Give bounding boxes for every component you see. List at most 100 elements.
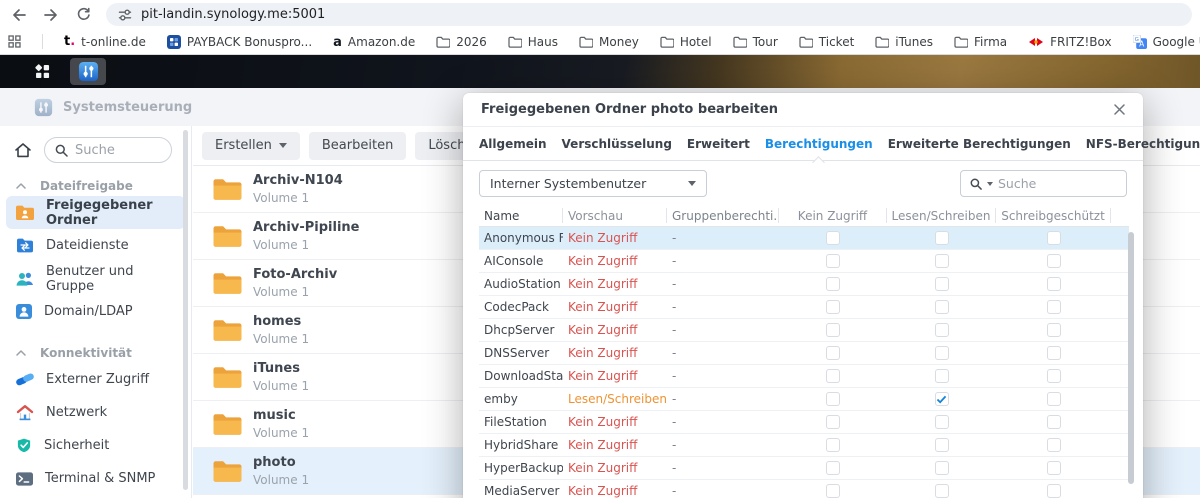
bookmark-amazon[interactable]: a Amazon.de <box>333 35 415 49</box>
checkbox-read-only[interactable] <box>1047 231 1061 245</box>
bookmark-t-online[interactable]: t. t-online.de <box>64 34 146 49</box>
checkbox-read-only[interactable] <box>1047 461 1061 475</box>
checkbox-no-access[interactable] <box>826 415 840 429</box>
checkbox-no-access[interactable] <box>826 254 840 268</box>
checkbox-no-access[interactable] <box>826 277 840 291</box>
bookmark-folder-itunes[interactable]: iTunes <box>875 35 933 49</box>
table-row-audiostation[interactable]: AudioStation Kein Zugriff - <box>479 273 1129 296</box>
bookmark-folder-ticket[interactable]: Ticket <box>799 35 855 49</box>
back-icon[interactable] <box>6 2 32 28</box>
user-type-dropdown[interactable]: Interner Systembenutzer <box>479 170 707 197</box>
checkbox-no-access[interactable] <box>826 438 840 452</box>
control-panel-taskbar-button[interactable] <box>70 58 106 85</box>
sidebar-scrollbar[interactable] <box>183 130 188 490</box>
checkbox-read-write[interactable] <box>935 392 949 406</box>
checkbox-read-only[interactable] <box>1047 415 1061 429</box>
checkbox-read-only[interactable] <box>1047 392 1061 406</box>
checkbox-no-access[interactable] <box>826 392 840 406</box>
tab-erweiterte-berechtigungen[interactable]: Erweiterte Berechtigungen <box>888 137 1071 151</box>
reload-icon[interactable] <box>70 2 96 28</box>
apps-grid-icon[interactable] <box>8 35 21 48</box>
checkbox-read-only[interactable] <box>1047 346 1061 360</box>
tab-verschluesselung[interactable]: Verschlüsselung <box>562 137 672 151</box>
column-header-gruppenberechtigungen[interactable]: Gruppenberechti... <box>667 208 779 223</box>
checkbox-read-only[interactable] <box>1047 484 1061 498</box>
home-icon[interactable] <box>14 142 32 159</box>
sidebar-item-domain-ldap[interactable]: Domain/LDAP <box>6 295 185 328</box>
bookmark-folder-hotel[interactable]: Hotel <box>660 35 712 49</box>
main-menu-button[interactable] <box>24 58 60 85</box>
table-row-anonymous[interactable]: Anonymous F... Kein Zugriff - <box>479 227 1129 250</box>
sidebar-item-dateidienste[interactable]: Dateidienste <box>6 229 185 262</box>
site-settings-icon[interactable] <box>118 8 132 22</box>
sidebar-item-netzwerk[interactable]: Netzwerk <box>6 396 185 429</box>
table-row-emby[interactable]: emby Lesen/Schreiben - <box>479 388 1129 411</box>
checkbox-read-write[interactable] <box>935 254 949 268</box>
sidebar-section-konnektivitaet[interactable]: Konnektivität <box>0 343 191 363</box>
checkbox-read-write[interactable] <box>935 323 949 337</box>
table-row-filestation[interactable]: FileStation Kein Zugriff - <box>479 411 1129 434</box>
checkbox-no-access[interactable] <box>826 300 840 314</box>
tab-allgemein[interactable]: Allgemein <box>479 137 547 151</box>
checkbox-read-write[interactable] <box>935 231 949 245</box>
bookmark-folder-tour[interactable]: Tour <box>733 35 778 49</box>
checkbox-read-write[interactable] <box>935 461 949 475</box>
column-header-name[interactable]: Name <box>479 208 563 223</box>
checkbox-no-access[interactable] <box>826 461 840 475</box>
table-row-hyperbackup[interactable]: HyperBackup Kein Zugriff - <box>479 457 1129 480</box>
bookmark-folder-money[interactable]: Money <box>579 35 639 49</box>
checkbox-no-access[interactable] <box>826 323 840 337</box>
tab-nfs-berechtigungen[interactable]: NFS-Berechtigungen <box>1086 137 1200 151</box>
checkbox-read-only[interactable] <box>1047 254 1061 268</box>
checkbox-read-write[interactable] <box>935 346 949 360</box>
bookmark-fritzbox[interactable]: FRITZ!Box <box>1028 35 1111 49</box>
checkbox-read-only[interactable] <box>1047 438 1061 452</box>
sidebar-item-sicherheit[interactable]: Sicherheit <box>6 429 185 462</box>
tab-erweitert[interactable]: Erweitert <box>687 137 750 151</box>
tab-berechtigungen[interactable]: Berechtigungen <box>765 137 873 151</box>
checkbox-no-access[interactable] <box>826 369 840 383</box>
sidebar-search-input[interactable]: Suche <box>44 137 172 163</box>
column-header-kein-zugriff[interactable]: Kein Zugriff <box>779 208 887 223</box>
table-row-codecpack[interactable]: CodecPack Kein Zugriff - <box>479 296 1129 319</box>
sidebar-item-externer-zugriff[interactable]: Externer Zugriff <box>6 363 185 396</box>
checkbox-read-write[interactable] <box>935 438 949 452</box>
checkbox-no-access[interactable] <box>826 231 840 245</box>
table-row-aiconsole[interactable]: AIConsole Kein Zugriff - <box>479 250 1129 273</box>
checkbox-no-access[interactable] <box>826 484 840 498</box>
checkbox-read-write[interactable] <box>935 369 949 383</box>
bookmark-folder-2026[interactable]: 2026 <box>436 35 487 49</box>
address-bar[interactable]: pit-landin.synology.me:5001 <box>106 3 1192 26</box>
checkbox-read-write[interactable] <box>935 415 949 429</box>
checkbox-read-only[interactable] <box>1047 277 1061 291</box>
dialog-table-scrollbar[interactable] <box>1128 232 1134 484</box>
sidebar-item-benutzer-und-gruppe[interactable]: Benutzer und Gruppe <box>6 262 185 295</box>
table-row-downloadstation[interactable]: DownloadSta... Kein Zugriff - <box>479 365 1129 388</box>
table-row-mediaserver[interactable]: MediaServer Kein Zugriff - <box>479 480 1129 498</box>
sidebar-item-terminal-snmp[interactable]: Terminal & SNMP <box>6 462 185 495</box>
bookmark-folder-firma[interactable]: Firma <box>954 35 1007 49</box>
column-header-lesen-schreiben[interactable]: Lesen/Schreiben <box>887 208 996 223</box>
checkbox-read-write[interactable] <box>935 300 949 314</box>
sidebar-item-freigegebener-ordner[interactable]: Freigegebener Ordner <box>6 196 185 229</box>
bearbeiten-button[interactable]: Bearbeiten <box>309 132 406 160</box>
checkbox-read-write[interactable] <box>935 484 949 498</box>
checkbox-no-access[interactable] <box>826 346 840 360</box>
checkbox-read-only[interactable] <box>1047 369 1061 383</box>
table-row-hybridshare[interactable]: HybridShare Kein Zugriff - <box>479 434 1129 457</box>
close-icon[interactable] <box>1114 104 1125 115</box>
forward-icon[interactable] <box>38 2 64 28</box>
column-header-schreibgeschuetzt[interactable]: Schreibgeschützt <box>996 208 1111 223</box>
checkbox-read-only[interactable] <box>1047 323 1061 337</box>
table-row-dhcpserver[interactable]: DhcpServer Kein Zugriff - <box>479 319 1129 342</box>
bookmark-folder-haus[interactable]: Haus <box>508 35 558 49</box>
checkbox-read-only[interactable] <box>1047 300 1061 314</box>
dialog-search-input[interactable]: Suche <box>960 170 1127 197</box>
column-header-vorschau[interactable]: Vorschau <box>563 208 667 223</box>
table-row-dnsserver[interactable]: DNSServer Kein Zugriff - <box>479 342 1129 365</box>
checkbox-read-write[interactable] <box>935 277 949 291</box>
bookmark-google-translate[interactable]: AG Google Übersetzer <box>1133 35 1200 49</box>
erstellen-button[interactable]: Erstellen <box>202 132 300 160</box>
sidebar-section-dateifreigabe[interactable]: Dateifreigabe <box>0 176 191 196</box>
bookmark-payback[interactable]: PAYBACK Bonuspro... <box>167 35 312 49</box>
